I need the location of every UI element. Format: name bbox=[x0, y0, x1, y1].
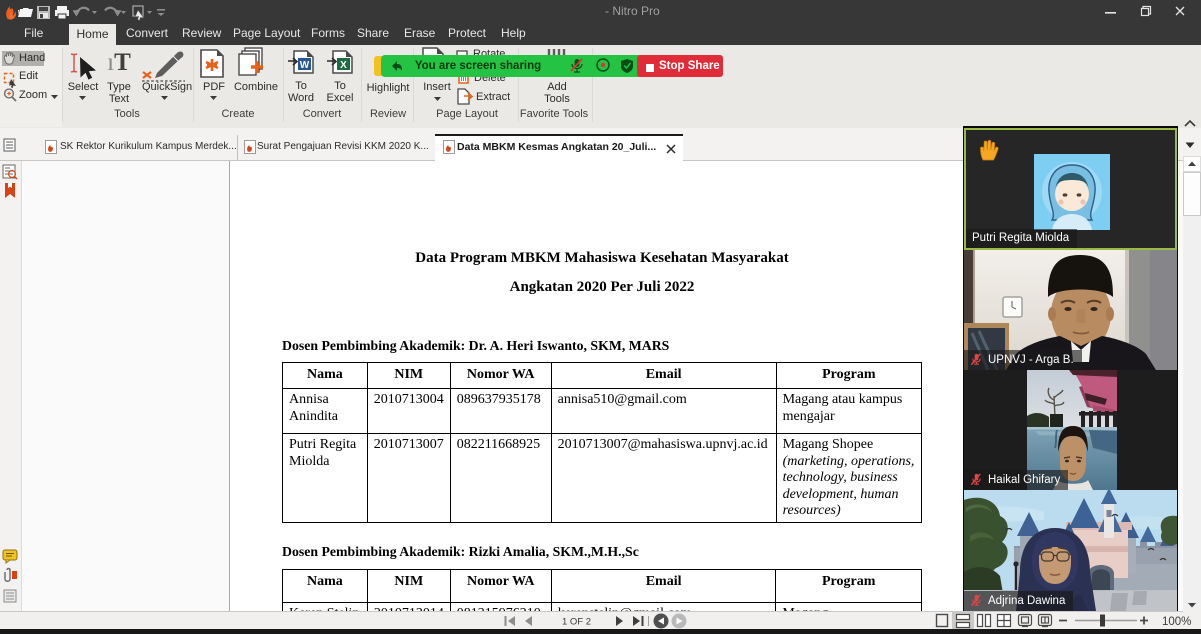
svg-text:1 OF 2: 1 OF 2 bbox=[562, 617, 591, 628]
svg-text:W: W bbox=[300, 60, 310, 71]
svg-text:X: X bbox=[340, 60, 347, 71]
svg-text:100%: 100% bbox=[1162, 616, 1191, 628]
